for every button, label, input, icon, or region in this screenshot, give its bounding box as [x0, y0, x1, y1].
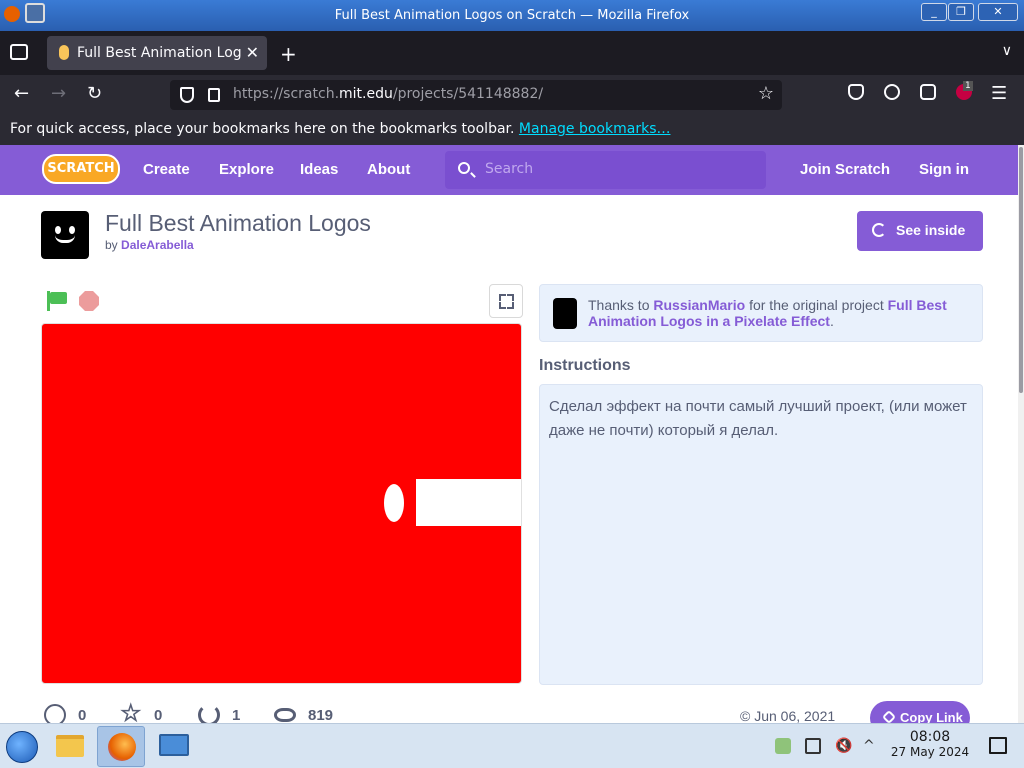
remix-credit-text: Thanks to RussianMario for the original …: [588, 297, 947, 329]
avatar-eye: [55, 226, 61, 234]
system-settings-taskbar-button[interactable]: [149, 726, 197, 767]
project-byline: by DaleArabella: [105, 238, 194, 252]
link-icon: [881, 709, 897, 725]
original-author-link[interactable]: RussianMario: [653, 297, 745, 313]
instructions-text: Сделал эффект на почти самый лучший прое…: [549, 398, 967, 439]
monitor-icon: [159, 734, 189, 756]
join-scratch-link[interactable]: Join Scratch: [800, 161, 890, 178]
clipboard-tray-icon[interactable]: [805, 738, 821, 754]
nav-create[interactable]: Create: [143, 161, 190, 178]
maximize-button[interactable]: ❐: [948, 3, 974, 21]
stage-sprite-rectangle: [416, 479, 521, 526]
avatar-smile: [55, 235, 75, 243]
window-titlebar: Full Best Animation Logos on Scratch — M…: [0, 0, 1024, 31]
scratch-navbar: SCRATCH Create Explore Ideas About Searc…: [0, 145, 1018, 195]
firefox-taskbar-button[interactable]: [97, 726, 145, 767]
url-text[interactable]: https://scratch.mit.edu/projects/5411488…: [233, 86, 543, 102]
remix-credit-panel: Thanks to RussianMario for the original …: [539, 284, 983, 342]
instructions-heading: Instructions: [539, 357, 631, 374]
firefox-icon: [108, 733, 136, 761]
author-link[interactable]: DaleArabella: [121, 238, 194, 252]
pocket-icon[interactable]: [848, 84, 864, 100]
see-inside-button[interactable]: See inside: [857, 211, 983, 251]
address-bar[interactable]: https://scratch.mit.edu/projects/5411488…: [170, 80, 782, 110]
app-menu-button[interactable]: ☰: [991, 83, 1007, 104]
tray-expand-icon[interactable]: ^: [863, 738, 879, 754]
lock-icon[interactable]: [208, 88, 220, 102]
fullscreen-button[interactable]: [489, 284, 523, 318]
extensions-icon[interactable]: [920, 84, 936, 100]
original-project-thumbnail[interactable]: [553, 298, 577, 329]
tab-strip: Full Best Animation Logos on Scratch ✕ +…: [0, 31, 1024, 75]
project-stage[interactable]: [41, 323, 522, 684]
green-flag-icon[interactable]: [47, 291, 67, 311]
clock-date: 27 May 2024: [890, 745, 970, 759]
eye-icon: [274, 708, 296, 722]
tab-active[interactable]: Full Best Animation Logos on Scratch ✕: [47, 36, 267, 70]
close-window-button[interactable]: ✕: [978, 3, 1018, 21]
volume-muted-icon[interactable]: 🔇: [835, 738, 852, 754]
bookmarks-hint: For quick access, place your bookmarks h…: [10, 121, 671, 137]
stop-sign-icon[interactable]: [79, 291, 99, 311]
avatar-eye: [69, 226, 75, 234]
project-title: Full Best Animation Logos: [105, 210, 371, 236]
navigation-toolbar: ← → ↻ https://scratch.mit.edu/projects/5…: [0, 75, 1024, 115]
bookmark-star-icon[interactable]: ☆: [758, 83, 774, 104]
instructions-panel: Сделал эффект на почти самый лучший прое…: [539, 384, 983, 685]
taskbar: 🔇 ^ 08:08 27 May 2024: [0, 723, 1024, 768]
tab-close-icon[interactable]: ✕: [246, 43, 259, 62]
remix-count: 1: [232, 707, 241, 724]
nav-explore[interactable]: Explore: [219, 161, 274, 178]
page-scrollbar[interactable]: [1018, 145, 1024, 723]
bookmarks-toolbar: For quick access, place your bookmarks h…: [0, 115, 1024, 145]
project-thumbnail-avatar[interactable]: [41, 211, 89, 259]
search-icon: [458, 162, 470, 174]
reload-button[interactable]: ↻: [87, 83, 102, 104]
account-icon[interactable]: [884, 84, 900, 100]
stage-sprite-oval: [384, 484, 404, 522]
start-menu-button[interactable]: [6, 731, 38, 763]
minimize-button[interactable]: _: [921, 3, 947, 21]
network-tray-icon[interactable]: [775, 738, 791, 754]
sign-in-link[interactable]: Sign in: [919, 161, 969, 178]
remix-arrows-icon: [872, 223, 886, 237]
favorite-count: 0: [154, 707, 163, 724]
folder-icon: [56, 735, 84, 757]
nav-about[interactable]: About: [367, 161, 410, 178]
view-count: 819: [308, 707, 334, 724]
list-all-tabs-icon[interactable]: [10, 44, 28, 60]
clock-time: 08:08: [909, 729, 951, 745]
tracking-protection-shield-icon[interactable]: [180, 87, 194, 103]
show-desktop-icon[interactable]: [989, 737, 1007, 754]
new-tab-button[interactable]: +: [280, 42, 297, 66]
chevron-down-icon[interactable]: ∨: [1002, 43, 1012, 59]
share-date: © Jun 06, 2021: [740, 708, 836, 724]
clock[interactable]: 08:08 27 May 2024: [888, 729, 972, 759]
tab-label: Full Best Animation Logos on Scratch: [77, 45, 242, 61]
back-button[interactable]: ←: [14, 83, 29, 104]
expand-icon: [499, 294, 506, 301]
search-input[interactable]: Search: [445, 151, 766, 189]
window-title: Full Best Animation Logos on Scratch — M…: [334, 8, 690, 23]
scratch-favicon-icon: [59, 45, 69, 60]
scrollbar-thumb[interactable]: [1019, 147, 1023, 393]
search-placeholder: Search: [485, 161, 534, 177]
file-manager-taskbar-button[interactable]: [46, 726, 94, 767]
love-count: 0: [78, 707, 87, 724]
nav-ideas[interactable]: Ideas: [300, 161, 338, 178]
forward-button[interactable]: →: [51, 83, 66, 104]
manage-bookmarks-link[interactable]: Manage bookmarks…: [519, 121, 671, 137]
scratch-logo[interactable]: SCRATCH: [42, 154, 120, 184]
extension-badge: 1: [963, 81, 973, 91]
